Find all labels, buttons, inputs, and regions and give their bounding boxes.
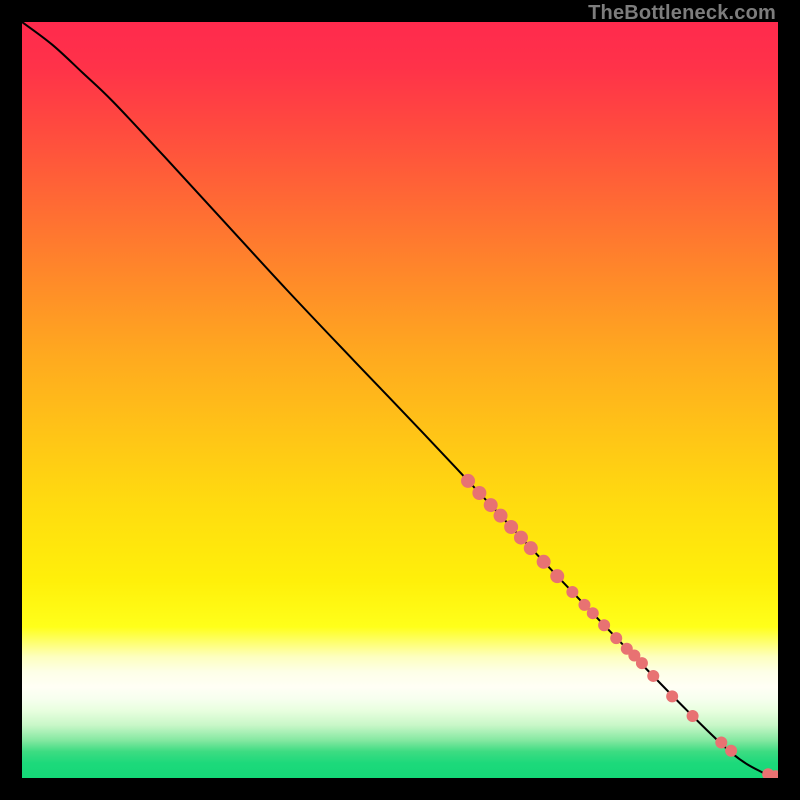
data-point xyxy=(666,690,678,702)
watermark-text: TheBottleneck.com xyxy=(588,2,776,25)
data-point xyxy=(636,657,648,669)
data-point xyxy=(484,498,498,512)
data-point xyxy=(715,736,727,748)
data-point xyxy=(461,474,475,488)
data-point xyxy=(537,555,551,569)
data-point xyxy=(587,607,599,619)
data-point xyxy=(550,569,564,583)
data-point xyxy=(566,586,578,598)
data-point xyxy=(524,541,538,555)
data-point xyxy=(472,486,486,500)
data-point xyxy=(494,509,508,523)
data-point xyxy=(514,531,528,545)
data-point xyxy=(504,520,518,534)
chart-frame xyxy=(22,22,778,778)
chart-canvas xyxy=(22,22,778,778)
gradient-background xyxy=(22,22,778,778)
data-point xyxy=(725,745,737,757)
data-point xyxy=(687,710,699,722)
data-point xyxy=(598,619,610,631)
data-point xyxy=(610,632,622,644)
data-point xyxy=(647,670,659,682)
